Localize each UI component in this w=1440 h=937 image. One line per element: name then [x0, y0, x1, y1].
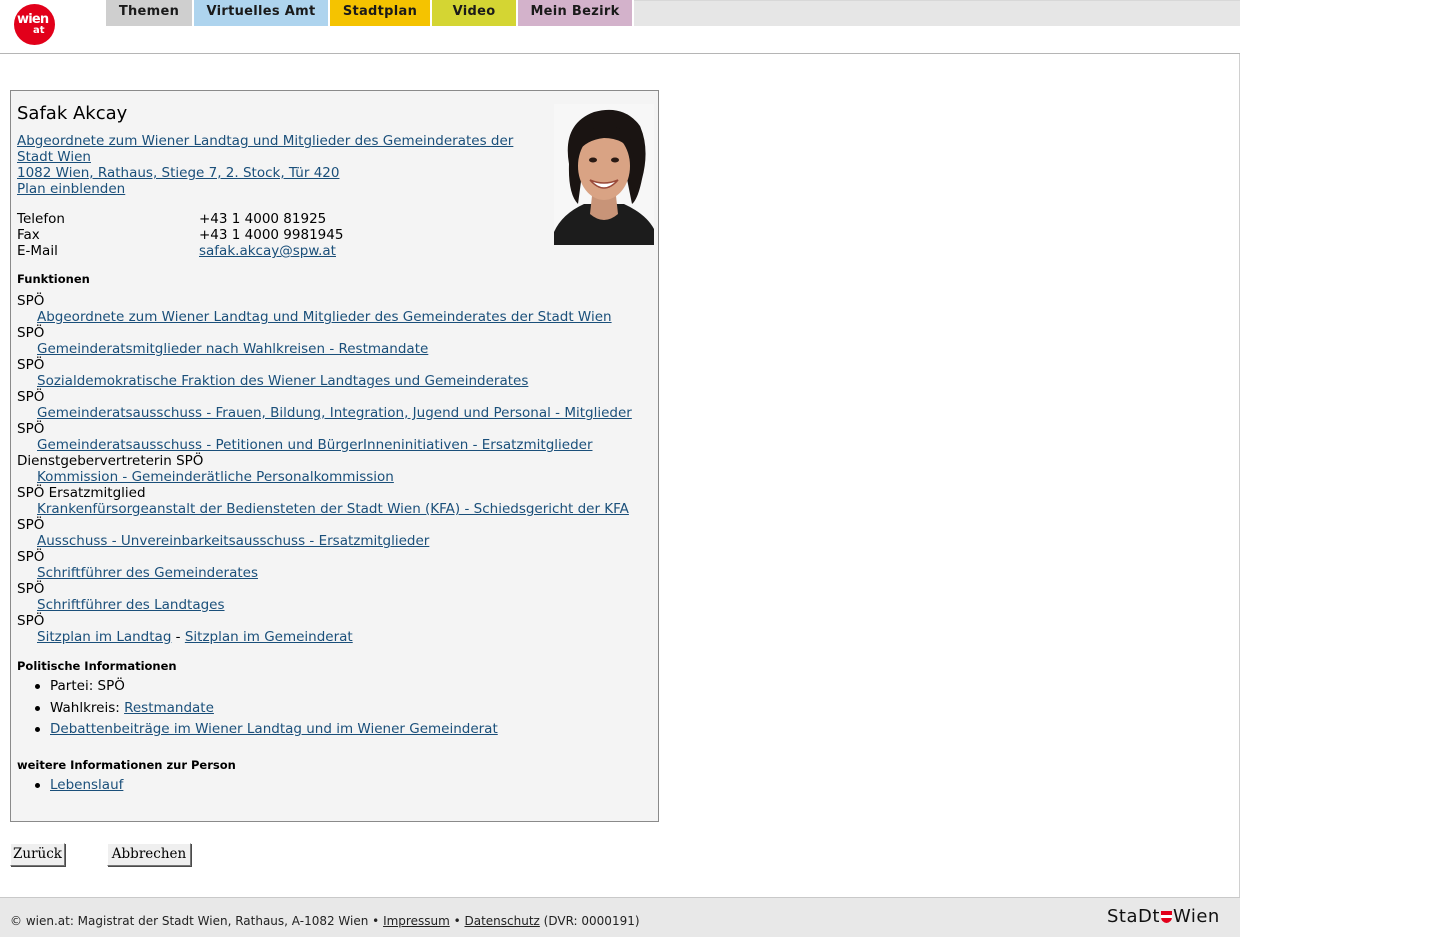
cv-link[interactable]: Lebenslauf: [50, 777, 123, 793]
function-link[interactable]: Ausschuss - Unvereinbarkeitsausschuss - …: [37, 533, 429, 549]
function-link[interactable]: Schriftführer des Gemeinderates: [37, 565, 258, 581]
seat-plan-gemeinderat-link[interactable]: Sitzplan im Gemeinderat: [185, 629, 353, 645]
tab-mein-bezirk[interactable]: Mein Bezirk: [518, 0, 634, 26]
footer: © wien.at: Magistrat der Stadt Wien, Rat…: [0, 897, 1240, 937]
tab-virtuelles-amt[interactable]: Virtuelles Amt: [194, 0, 330, 26]
debate-link[interactable]: Debattenbeiträge im Wiener Landtag und i…: [50, 721, 498, 737]
email-label: E-Mail: [17, 243, 58, 259]
functions-heading: Funktionen: [17, 272, 90, 286]
function-link[interactable]: Abgeordnete zum Wiener Landtag und Mitgl…: [37, 309, 612, 325]
function-party: SPÖ: [17, 421, 45, 437]
footer-separator: •: [449, 914, 465, 928]
bullet-icon: [35, 783, 40, 788]
tab-stadtplan[interactable]: Stadtplan: [330, 0, 432, 26]
seat-plan-landtag-link[interactable]: Sitzplan im Landtag: [37, 629, 171, 645]
wien-at-logo[interactable]: wien at: [14, 4, 55, 45]
tab-themen[interactable]: Themen: [106, 0, 194, 26]
page: wien at Themen Virtuelles Amt Stadtplan …: [0, 0, 1240, 937]
position-link-line1: Abgeordnete zum Wiener Landtag und Mitgl…: [17, 133, 514, 149]
person-photo: [554, 104, 654, 245]
function-link[interactable]: Gemeinderatsausschuss - Frauen, Bildung,…: [37, 405, 632, 421]
function-party: SPÖ: [17, 517, 45, 533]
footer-dvr: (DVR: 0000191): [539, 914, 640, 928]
function-link[interactable]: Gemeinderatsausschuss - Petitionen und B…: [37, 437, 593, 453]
function-link[interactable]: Schriftführer des Landtages: [37, 597, 225, 613]
position-link-line2: Stadt Wien: [17, 149, 91, 165]
function-party: SPÖ Ersatzmitglied: [17, 485, 146, 501]
address-link[interactable]: 1082 Wien, Rathaus, Stiege 7, 2. Stock, …: [17, 165, 339, 181]
phone-value: +43 1 4000 81925: [199, 211, 327, 227]
logo-word-at: at: [33, 25, 45, 36]
function-link[interactable]: Krankenfürsorgeanstalt der Bediensteten …: [37, 501, 629, 517]
function-party: SPÖ: [17, 613, 45, 629]
function-link[interactable]: Kommission - Gemeinderätliche Personalko…: [37, 469, 394, 485]
district-label: Wahlkreis:: [50, 700, 125, 716]
cancel-button[interactable]: Abbrechen: [107, 843, 191, 866]
position-link[interactable]: Abgeordnete zum Wiener Landtag und Mitgl…: [17, 133, 513, 165]
tab-video[interactable]: Video: [432, 0, 518, 26]
stadt-wien-logo-part1: StaDt: [1107, 906, 1160, 927]
email-link[interactable]: safak.akcay@spw.at: [199, 243, 336, 259]
fax-label: Fax: [17, 227, 40, 243]
datenschutz-link[interactable]: Datenschutz: [464, 914, 539, 928]
bullet-icon: [35, 727, 40, 732]
function-party: SPÖ: [17, 581, 45, 597]
function-party: SPÖ: [17, 389, 45, 405]
function-party: SPÖ: [17, 293, 45, 309]
more-info-heading: weitere Informationen zur Person: [17, 758, 236, 772]
district-info: Wahlkreis: Restmandate: [50, 700, 214, 716]
vienna-flag-icon: [1160, 907, 1172, 923]
fax-value: +43 1 4000 9981945: [199, 227, 344, 243]
back-button[interactable]: Zurück: [10, 843, 65, 866]
seat-plan-separator: -: [171, 629, 185, 645]
impressum-link[interactable]: Impressum: [383, 914, 450, 928]
footer-copyright: © wien.at: Magistrat der Stadt Wien, Rat…: [10, 914, 384, 928]
footer-text: © wien.at: Magistrat der Stadt Wien, Rat…: [10, 914, 640, 928]
function-party: SPÖ: [17, 549, 45, 565]
header: wien at Themen Virtuelles Amt Stadtplan …: [0, 0, 1240, 54]
function-party: Dienstgebervertreterin SPÖ: [17, 453, 204, 469]
phone-label: Telefon: [17, 211, 65, 227]
bullet-icon: [35, 684, 40, 689]
function-party: SPÖ: [17, 357, 45, 373]
party-info: Partei: SPÖ: [50, 678, 125, 694]
person-card: Safak Akcay Abgeordnete zum Wiener Landt…: [10, 90, 659, 822]
district-link[interactable]: Restmandate: [124, 700, 214, 716]
stadt-wien-logo[interactable]: StaDt Wien: [1107, 906, 1220, 927]
person-name: Safak Akcay: [17, 103, 128, 124]
show-plan-link[interactable]: Plan einblenden: [17, 181, 125, 197]
stadt-wien-logo-part2: Wien: [1172, 906, 1220, 927]
function-link[interactable]: Gemeinderatsmitglieder nach Wahlkreisen …: [37, 341, 428, 357]
political-heading: Politische Informationen: [17, 659, 177, 673]
function-party: SPÖ: [17, 325, 45, 341]
bullet-icon: [35, 706, 40, 711]
seat-plan-row: Sitzplan im Landtag - Sitzplan im Gemein…: [37, 629, 353, 645]
function-link[interactable]: Sozialdemokratische Fraktion des Wiener …: [37, 373, 528, 389]
